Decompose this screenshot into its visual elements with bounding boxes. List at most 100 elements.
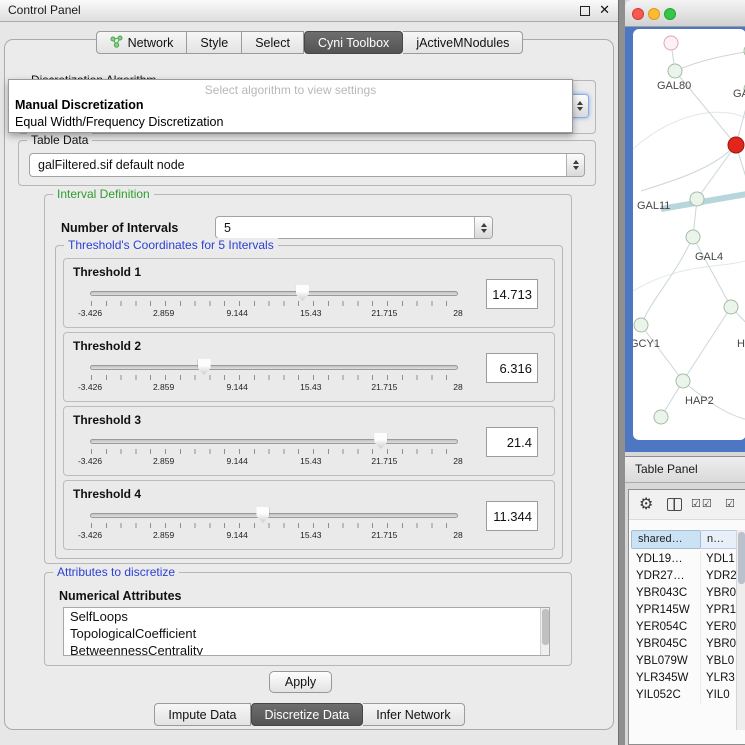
slider-tick-labels: -3.426 2.859 9.144 15.43 21.715 28 <box>90 382 458 392</box>
checkbox-icon[interactable]: ☑ <box>725 497 736 510</box>
close-traffic-light[interactable] <box>632 8 644 20</box>
screen: Control Panel ✕ <box>0 0 745 745</box>
threshold-2-label: Threshold 2 <box>73 339 141 353</box>
table-row[interactable]: YDR27…YDR2 <box>631 568 736 585</box>
numerical-attributes-list[interactable]: SelfLoops TopologicalCoefficient Between… <box>63 607 550 656</box>
tab-style[interactable]: Style <box>187 31 242 54</box>
attributes-scrollbar[interactable] <box>540 608 549 655</box>
tick-label: 15.43 <box>300 456 321 466</box>
table-row[interactable]: YBL079WYBL0 <box>631 653 736 670</box>
scrollbar-thumb[interactable] <box>542 609 549 645</box>
threshold-2-slider[interactable]: -3.426 2.859 9.144 15.43 21.715 28 <box>90 365 458 391</box>
table-row[interactable]: YBR043CYBR0 <box>631 585 736 602</box>
cell[interactable]: YDR27… <box>631 568 701 585</box>
node-label: GCY1 <box>633 338 660 350</box>
tab-infer-network[interactable]: Infer Network <box>363 703 464 726</box>
network-node[interactable] <box>686 230 700 244</box>
threshold-4-value-field[interactable]: 11.344 <box>486 501 538 531</box>
network-canvas[interactable]: GAL80 GA GAL11 GAL4 GCY1 H HAP2 <box>633 29 745 440</box>
tab-jactivemnodules[interactable]: jActiveMNodules <box>403 31 523 54</box>
gear-icon[interactable]: ⚙ <box>639 494 653 514</box>
network-node[interactable] <box>634 318 648 332</box>
threshold-1-value-field[interactable]: 14.713 <box>486 279 538 309</box>
table-panel-header[interactable]: Table Panel <box>625 456 745 483</box>
cell[interactable]: YPR145W <box>631 602 701 619</box>
apply-button[interactable]: Apply <box>269 671 332 693</box>
network-node[interactable] <box>668 64 682 78</box>
cell[interactable]: YBR043C <box>631 585 701 602</box>
network-node[interactable] <box>724 300 738 314</box>
network-node[interactable] <box>654 410 668 424</box>
scrollbar-thumb[interactable] <box>738 532 745 584</box>
network-node[interactable] <box>676 374 690 388</box>
tab-network[interactable]: Network <box>96 31 188 54</box>
columns-icon[interactable] <box>667 498 682 511</box>
zoom-traffic-light[interactable] <box>664 8 676 20</box>
checkbox-icons[interactable]: ☑☑ <box>691 497 713 510</box>
threshold-3-value-field[interactable]: 21.4 <box>486 427 538 457</box>
minimize-traffic-light[interactable] <box>648 8 660 20</box>
cell[interactable]: YPR1 <box>701 602 736 619</box>
table-row[interactable]: YIL052CYIL0 <box>631 687 736 704</box>
cell[interactable]: YDL19… <box>631 551 701 568</box>
tab-impute-data[interactable]: Impute Data <box>154 703 250 726</box>
table-row[interactable]: YDL19…YDL1 <box>631 551 736 568</box>
slider-thumb[interactable] <box>256 507 269 523</box>
table-panel-window: ⚙ ☑☑ ☑ shared… n… YDL19…YDL1 YDR27…YDR2 … <box>628 489 745 745</box>
cell[interactable]: YLR345W <box>631 670 701 687</box>
threshold-3-slider[interactable]: -3.426 2.859 9.144 15.43 21.715 28 <box>90 439 458 465</box>
threshold-4-slider[interactable]: -3.426 2.859 9.144 15.43 21.715 28 <box>90 513 458 539</box>
float-window-icon[interactable] <box>580 6 590 16</box>
cell[interactable]: YBR0 <box>701 585 736 602</box>
tab-impute-data-label: Impute Data <box>168 708 236 722</box>
list-item[interactable]: TopologicalCoefficient <box>64 625 549 642</box>
cell[interactable]: YBL0 <box>701 653 736 670</box>
slider-thumb[interactable] <box>296 285 309 301</box>
table-row[interactable]: YLR345WYLR3 <box>631 670 736 687</box>
control-panel: Control Panel ✕ <box>0 0 619 745</box>
combo-stepper-icon[interactable] <box>474 217 492 238</box>
column-header-shared-name[interactable]: shared… <box>631 530 701 549</box>
combo-stepper-icon[interactable] <box>566 154 584 176</box>
cell[interactable]: YLR3 <box>701 670 736 687</box>
slider-tick-labels: -3.426 2.859 9.144 15.43 21.715 28 <box>90 308 458 318</box>
cell[interactable]: YDL1 <box>701 551 736 568</box>
table-row[interactable]: YBR045CYBR0 <box>631 636 736 653</box>
slider-thumb[interactable] <box>198 359 211 375</box>
tick-label: 28 <box>453 456 462 466</box>
table-row[interactable]: YER054CYER0 <box>631 619 736 636</box>
table-data-combo[interactable]: galFiltered.sif default node <box>29 153 585 177</box>
network-window-titlebar[interactable] <box>625 0 745 27</box>
cell[interactable]: YBR0 <box>701 636 736 653</box>
cell[interactable]: YDR2 <box>701 568 736 585</box>
tab-select-label: Select <box>255 36 290 50</box>
cell[interactable]: YER054C <box>631 619 701 636</box>
cell[interactable]: YIL0 <box>701 687 736 704</box>
table-scrollbar[interactable] <box>736 530 745 730</box>
tab-cyni-toolbox[interactable]: Cyni Toolbox <box>304 31 403 54</box>
threshold-1-label: Threshold 1 <box>73 265 141 279</box>
cell[interactable]: YIL052C <box>631 687 701 704</box>
threshold-1-slider[interactable]: -3.426 2.859 9.144 15.43 21.715 28 <box>90 291 458 317</box>
tab-select[interactable]: Select <box>242 31 304 54</box>
tab-discretize-data[interactable]: Discretize Data <box>251 703 364 726</box>
cell[interactable]: YER0 <box>701 619 736 636</box>
network-node[interactable] <box>690 192 704 206</box>
tick-label: 9.144 <box>227 530 248 540</box>
table-row[interactable]: YPR145WYPR1 <box>631 602 736 619</box>
selected-network-node[interactable] <box>728 137 744 153</box>
tick-label: 9.144 <box>227 308 248 318</box>
cell[interactable]: YBR045C <box>631 636 701 653</box>
list-item[interactable]: SelfLoops <box>64 608 549 625</box>
dropdown-item-equal-width-frequency[interactable]: Equal Width/Frequency Discretization <box>15 115 223 129</box>
network-node[interactable] <box>664 36 678 50</box>
dropdown-item-manual-discretization[interactable]: Manual Discretization <box>15 98 144 112</box>
threshold-2-value-field[interactable]: 6.316 <box>486 353 538 383</box>
node-label: GA <box>733 88 745 100</box>
number-of-intervals-combo[interactable]: 5 <box>215 216 493 239</box>
slider-thumb[interactable] <box>374 433 387 449</box>
tab-style-label: Style <box>200 36 228 50</box>
close-icon[interactable]: ✕ <box>599 2 610 18</box>
cell[interactable]: YBL079W <box>631 653 701 670</box>
list-item[interactable]: BetweennessCentrality <box>64 642 549 656</box>
